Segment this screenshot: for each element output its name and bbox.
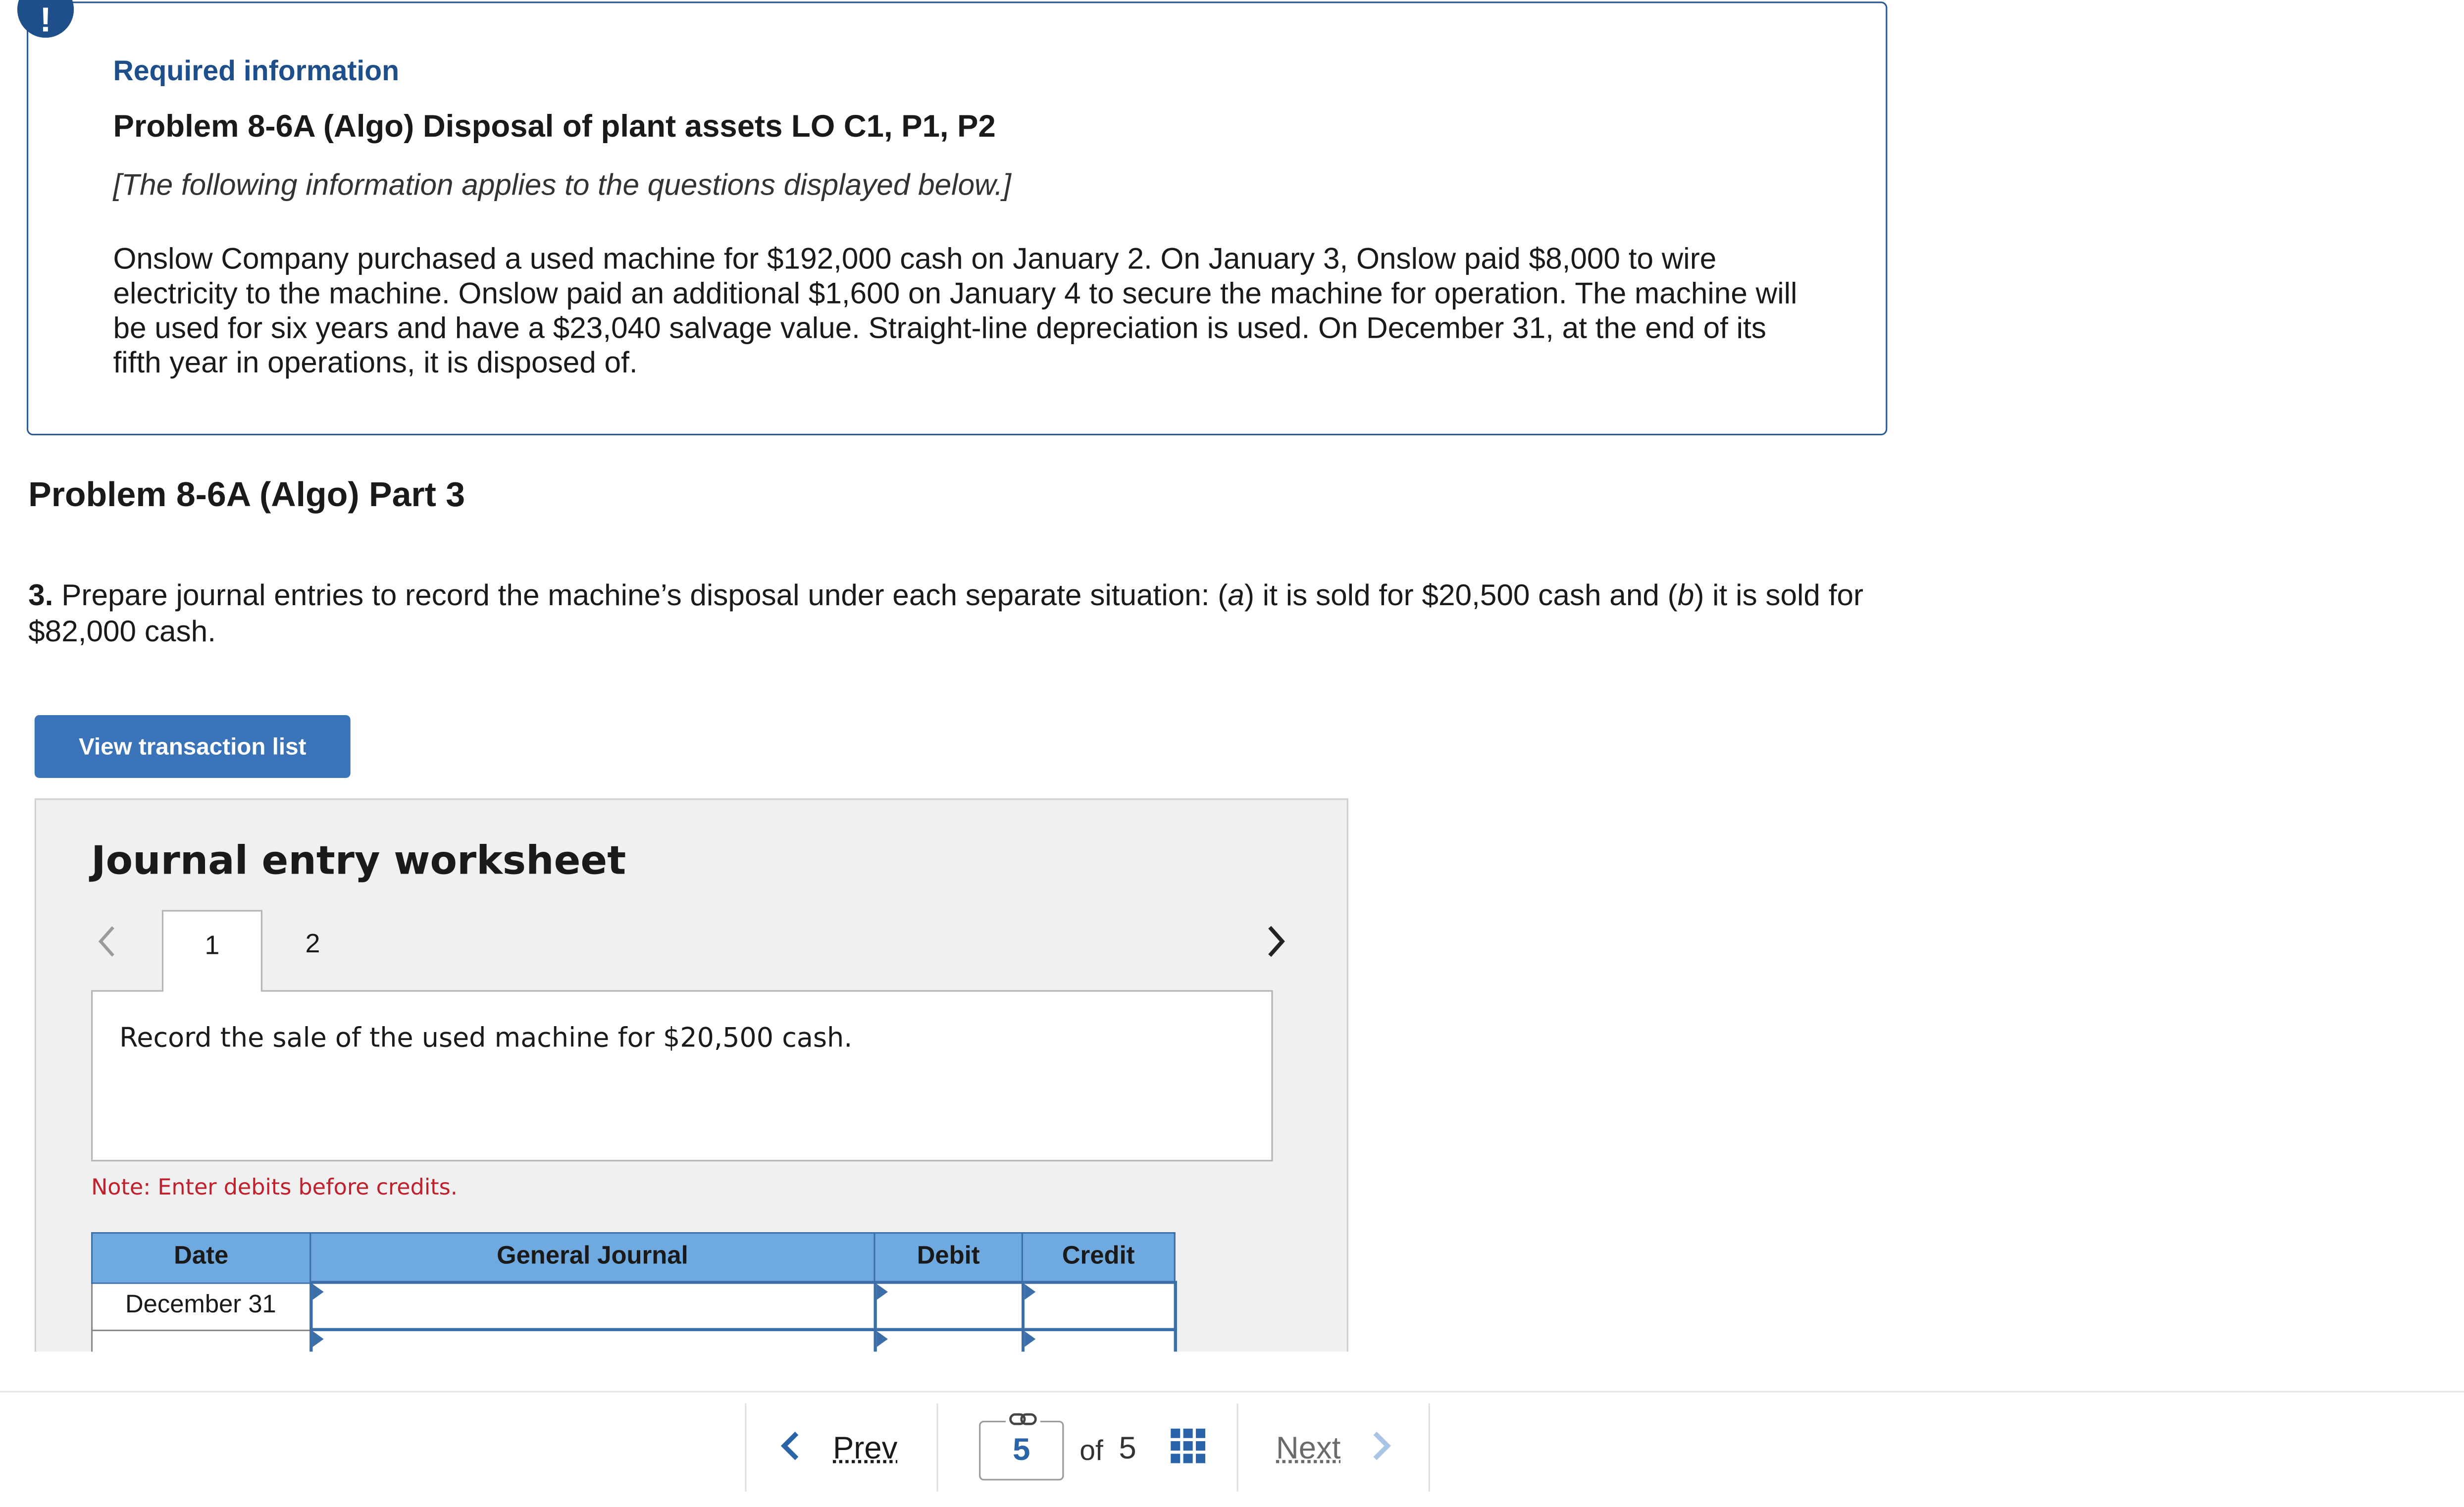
account-input[interactable] <box>308 1281 876 1331</box>
link-icon <box>1006 1408 1040 1432</box>
footer-divider <box>0 1391 2464 1393</box>
debit-input[interactable] <box>873 1281 1024 1331</box>
problem-description: Onslow Company purchased a used machine … <box>113 243 1797 380</box>
column-header-general-journal: General Journal <box>309 1232 875 1284</box>
view-transaction-list-button[interactable]: View transaction list <box>34 715 351 778</box>
total-pages: 5 <box>1119 1432 1136 1466</box>
worksheet-title: Journal entry worksheet <box>91 837 626 883</box>
pager-divider <box>1236 1403 1238 1492</box>
column-header-debit: Debit <box>873 1232 1023 1284</box>
entry-prompt: Record the sale of the used machine for … <box>119 1023 853 1055</box>
debits-before-credits-note: Note: Enter debits before credits. <box>91 1175 458 1201</box>
prev-chevron-left-icon[interactable] <box>779 1425 801 1474</box>
table-row <box>91 1328 1177 1352</box>
column-header-date: Date <box>91 1232 311 1284</box>
page-of-label: of <box>1079 1435 1103 1466</box>
date-cell[interactable] <box>91 1329 311 1352</box>
tab-entry-1[interactable]: 1 <box>161 910 262 992</box>
tab-entry-2[interactable]: 2 <box>262 910 363 991</box>
question-text: 3. Prepare journal entries to record the… <box>28 580 1864 649</box>
pager-divider <box>1428 1403 1430 1492</box>
next-entry-chevron-right-icon[interactable] <box>1265 923 1287 967</box>
debit-input[interactable] <box>873 1328 1024 1352</box>
entry-prompt-box: Record the sale of the used machine for … <box>91 990 1273 1162</box>
credit-input[interactable] <box>1021 1281 1177 1331</box>
credit-input[interactable] <box>1021 1328 1177 1352</box>
info-applies-note: [The following information applies to th… <box>113 169 1011 203</box>
journal-table: Date General Journal Debit Credit Decemb… <box>91 1232 1177 1352</box>
required-information-panel: Required information Problem 8-6A (Algo)… <box>26 1 1888 436</box>
date-cell[interactable]: December 31 <box>91 1281 311 1331</box>
required-information-heading: Required information <box>113 55 400 87</box>
grid-icon[interactable] <box>1171 1428 1206 1463</box>
column-header-credit: Credit <box>1021 1232 1176 1284</box>
next-chevron-right-icon[interactable] <box>1370 1425 1392 1474</box>
journal-entry-worksheet: Journal entry worksheet 1 2 Record the s… <box>34 798 1348 1352</box>
question-number: 3. <box>28 580 53 613</box>
part-title: Problem 8-6A (Algo) Part 3 <box>28 474 465 514</box>
pager-divider <box>936 1403 938 1492</box>
previous-entry-chevron-left-icon[interactable] <box>96 923 118 967</box>
prev-button[interactable]: Prev <box>833 1432 898 1468</box>
account-input[interactable] <box>308 1328 876 1352</box>
next-button[interactable]: Next <box>1276 1432 1341 1468</box>
table-row: December 31 <box>91 1281 1177 1331</box>
pagination: Prev 5 of 5 Next <box>745 1403 1430 1492</box>
pager-divider <box>745 1403 747 1492</box>
problem-title: Problem 8-6A (Algo) Disposal of plant as… <box>113 110 996 145</box>
